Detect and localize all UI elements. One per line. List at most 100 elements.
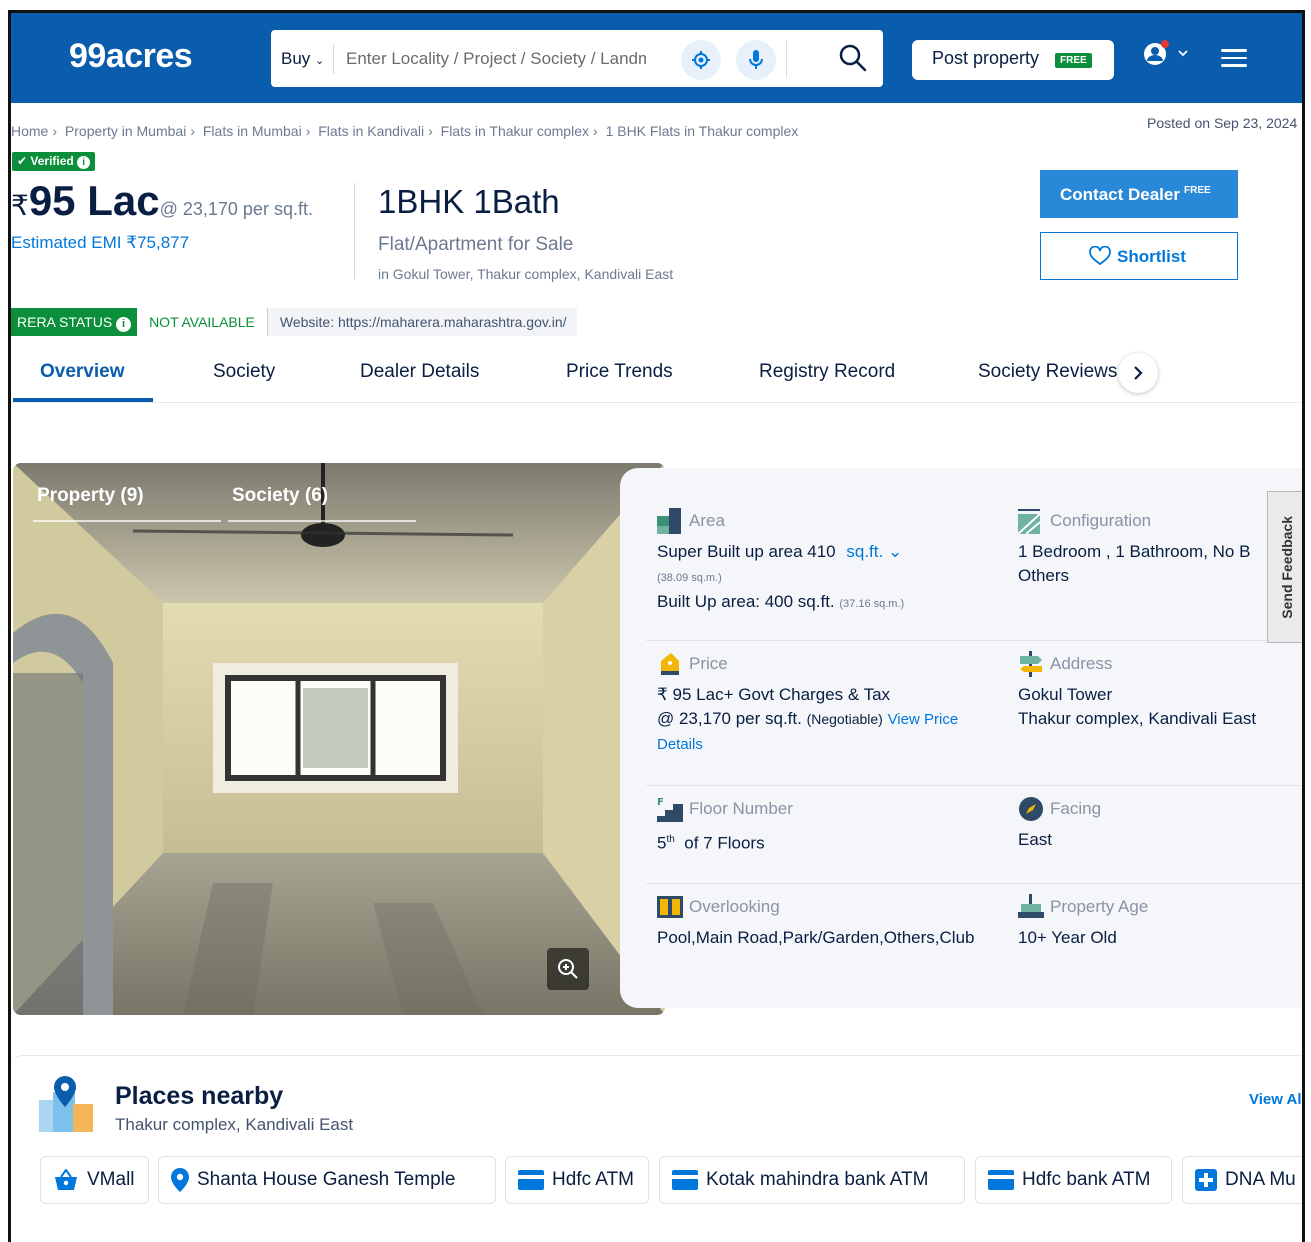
divider [646,640,1302,641]
info-icon: i [77,156,91,169]
user-menu[interactable] [1141,39,1189,74]
floor-section: F Floor Number 5th of 7 Floors [657,797,793,853]
tab-registry-record[interactable]: Registry Record [759,361,895,383]
view-price-details-link[interactable]: Details [657,736,703,753]
buy-dropdown[interactable]: Buy ⌄ [281,49,324,69]
gallery-tab-property[interactable]: Property (9) [37,485,144,507]
window-view-icon [657,896,683,918]
verified-badge: ✔ Verified i [12,152,96,171]
price-amount: 95 Lac [28,177,160,224]
search-bar: Buy ⌄ [271,30,883,87]
voice-search-button[interactable] [736,40,776,80]
shopping-basket-icon [55,1169,77,1190]
listing-location: in Gokul Tower, Thakur complex, Kandival… [378,266,674,282]
tab-price-trends[interactable]: Price Trends [566,361,673,383]
search-icon[interactable] [838,43,868,73]
hamburger-menu-icon[interactable] [1221,49,1247,69]
zoom-in-icon [558,959,578,979]
divider [646,785,1302,786]
gallery-tabs: Property (9) Society (6) [13,463,665,533]
chevron-down-icon: ⌄ [883,542,903,561]
property-age-section: Property Age 10+ Year Old [1018,894,1302,950]
rupee-symbol: ₹ [11,190,29,221]
top-header: 99acres Buy ⌄ Post property FREE [11,13,1302,103]
address-section: Address Gokul Tower Thakur complex, Kandi… [1018,651,1302,731]
configuration-icon [1018,509,1041,534]
breadcrumb-item: 1 BHK Flats in Thakur complex [605,123,799,139]
configuration-section: Configuration 1 Bedroom , 1 Bathroom, No… [1018,508,1278,588]
shortlist-button[interactable]: Shortlist [1040,232,1238,280]
posted-date: Posted on Sep 23, 2024 [1147,115,1298,131]
heart-icon [1089,245,1111,266]
overlooking-section: Overlooking Pool,Main Road,Park/Garden,O… [657,894,1017,950]
place-chip[interactable]: Kotak mahindra bank ATM [659,1156,965,1204]
rera-label: RERA STATUS i [11,308,138,336]
atm-card-icon [988,1170,1014,1190]
medical-cross-icon [1195,1169,1217,1191]
tab-overview[interactable]: Overview [40,361,125,383]
place-chip[interactable]: Hdfc bank ATM [975,1156,1172,1204]
send-feedback-tab[interactable]: Send Feedback [1267,491,1302,643]
contact-dealer-button[interactable]: Contact Dealer FREE [1040,170,1238,218]
divider [786,40,787,78]
emi-link[interactable]: Estimated EMI ₹75,877 [11,233,189,253]
chevron-right-icon [1134,366,1143,380]
place-chip[interactable]: DNA Mu [1182,1156,1302,1204]
tab-society-reviews[interactable]: Society Reviews [978,361,1117,383]
breadcrumb-item[interactable]: Flats in Mumbai [203,123,302,139]
breadcrumb-item[interactable]: Home [11,123,48,139]
gallery-tab-underline [228,520,416,522]
info-icon[interactable]: i [116,317,132,332]
breadcrumb-item[interactable]: Flats in Thakur complex [441,123,589,139]
place-chip[interactable]: Shanta House Ganesh Temple [158,1156,496,1204]
location-target-icon [692,51,710,69]
price-per-sqft: @ 23,170 per sq.ft. [159,199,313,219]
gallery-tab-society[interactable]: Society (6) [232,485,328,507]
logo[interactable]: 99acres [69,37,193,76]
price-tag-icon [661,653,679,675]
property-photo-gallery[interactable]: Property (9) Society (6) [13,463,665,1015]
section-tabs: Overview Society Dealer Details Price Tr… [11,353,1302,403]
floor-icon: F [657,797,683,822]
view-price-details-link[interactable]: View Price [888,711,959,728]
tab-dealer-details[interactable]: Dealer Details [360,361,479,383]
breadcrumb-item[interactable]: Flats in Kandivali [318,123,424,139]
price-section: Price ₹ 95 Lac+ Govt Charges & Tax @ 23,… [657,651,997,757]
locate-me-button[interactable] [681,40,721,80]
user-icon [1144,40,1188,65]
listing-subtitle: Flat/Apartment for Sale [378,234,574,255]
calendar-icon [1018,894,1044,918]
section-subtitle: Thakur complex, Kandivali East [115,1115,354,1134]
search-input[interactable] [346,45,646,73]
room-photo [13,463,665,1015]
zoom-button[interactable] [547,948,589,990]
places-nearby-section: Places nearby Thakur complex, Kandivali … [11,1055,1302,1242]
facing-section: Facing East [1018,796,1302,852]
listing-title: 1BHK 1Bath [378,183,560,220]
area-section: Area Super Built up area 410 sq.ft. ⌄ (3… [657,508,997,616]
view-all-link[interactable]: View All [1249,1091,1302,1108]
rera-status: RERA STATUS i NOT AVAILABLE Website: htt… [11,308,577,336]
microphone-icon [749,50,763,69]
post-property-button[interactable]: Post property FREE [912,40,1114,80]
city-map-pin-icon [39,1076,93,1132]
compass-icon [1019,797,1043,821]
place-chip[interactable]: VMall [40,1156,149,1204]
chevron-down-icon: ⌄ [315,55,325,67]
divider [354,183,355,279]
tabs-next-button[interactable] [1118,353,1158,393]
divider [333,44,334,74]
page-frame: 99acres Buy ⌄ Post property FREE Home› P… [8,10,1305,1242]
divider [646,883,1302,884]
breadcrumb: Home › Property in Mumbai › Flats in Mumba… [11,123,799,139]
atm-card-icon [672,1170,698,1190]
place-chip[interactable]: Hdfc ATM [505,1156,649,1204]
location-pin-icon [171,1168,189,1192]
rera-value: NOT AVAILABLE [149,314,255,330]
rera-website: Website: https://maharera.maharashtra.go… [266,308,577,336]
unit-dropdown[interactable]: sq.ft. ⌄ [846,542,902,561]
tab-society[interactable]: Society [213,361,275,383]
active-tab-indicator [13,398,153,402]
gallery-tab-underline [33,520,221,522]
breadcrumb-item[interactable]: Property in Mumbai [65,123,186,139]
